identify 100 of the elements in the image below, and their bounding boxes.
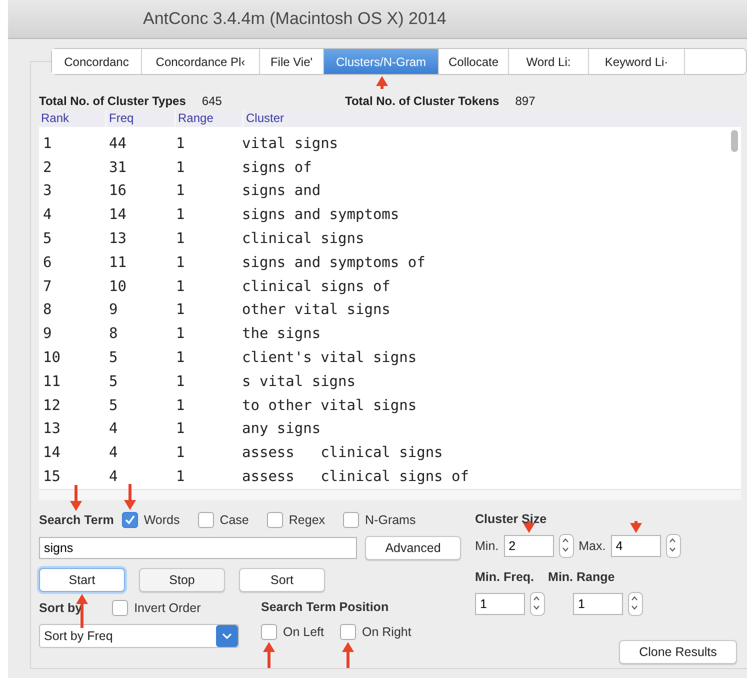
min-range-label: Min. Range — [548, 570, 615, 584]
total-value: 645 — [202, 94, 222, 108]
table-cell-text: 14 — [108, 207, 128, 224]
table-cell-text: 5 — [108, 350, 119, 366]
scrollbar-thumb[interactable] — [731, 130, 738, 152]
table-cell-text: 14 — [42, 445, 62, 462]
window-title: AntConc 3.4.4m (Macintosh OS X) 2014 — [143, 9, 446, 29]
table-cell-text: 1 — [175, 350, 186, 366]
checkbox[interactable] — [343, 512, 360, 528]
table-cell-text: 1 — [175, 231, 186, 248]
table-cell-text: 8 — [42, 302, 53, 318]
checkbox-label: Words — [144, 513, 180, 527]
action-button[interactable]: Stop — [139, 568, 225, 592]
checkbox[interactable] — [266, 512, 283, 528]
checkbox[interactable] — [122, 512, 138, 528]
table-cell-text: 2 — [42, 160, 53, 176]
checkbox[interactable] — [261, 624, 277, 640]
table-cell-text: 1 — [175, 160, 186, 176]
table-cell-text: other vital signs — [241, 302, 392, 318]
column-header[interactable]: Cluster — [244, 110, 741, 127]
table-cell-text: 5 — [108, 374, 119, 390]
number-field[interactable]: 4 — [610, 535, 661, 557]
table-cell-text: 10 — [42, 350, 62, 366]
table-cell-text: client's vital signs — [241, 350, 418, 366]
table-cell-text: 9 — [108, 302, 119, 318]
stepper-control[interactable] — [666, 534, 681, 558]
table-cell-text: 1 — [175, 278, 186, 295]
clone-results-button[interactable]: Clone Results — [619, 640, 737, 664]
table-cell-text: 16 — [108, 183, 128, 200]
advanced-button[interactable]: Advanced — [365, 536, 461, 560]
table-cell-text: 9 — [42, 326, 53, 342]
checkbox-label: Case — [220, 513, 249, 527]
max-label: Max. — [578, 539, 606, 553]
checkbox-label: On Left — [283, 625, 324, 639]
table-cell-text: 4 — [42, 207, 53, 224]
table-cell-text: 1 — [175, 302, 186, 318]
stepper-control[interactable] — [558, 534, 574, 558]
table-cell-text: 1 — [175, 207, 186, 224]
table-cell-text: 4 — [108, 469, 119, 486]
column-header[interactable]: Freq — [107, 110, 174, 127]
table-cell-text: clinical signs — [241, 231, 366, 248]
table-cell-text: 1 — [175, 326, 186, 342]
sort-dropdown[interactable]: Sort by Freq — [39, 624, 239, 648]
table-cell-text: 1 — [175, 421, 186, 438]
checkbox[interactable] — [112, 600, 128, 616]
number-field[interactable]: 1 — [475, 593, 525, 615]
checkbox-label: Regex — [288, 513, 326, 527]
table-cell-text: 11 — [42, 374, 62, 390]
table-cell-text: signs and symptoms of — [241, 254, 426, 271]
table-cell-text: clinical signs of — [241, 278, 392, 295]
table-cell-text: 4 — [108, 421, 119, 438]
table-cell-text: 44 — [108, 136, 128, 152]
table-cell-text: 15 — [42, 469, 62, 486]
cluster-size-label: Cluster Size — [475, 512, 547, 526]
number-field[interactable]: 1 — [573, 593, 623, 615]
table-cell-text: 1 — [175, 136, 186, 152]
table-cell-text: 13 — [42, 421, 62, 438]
table-cell-text: 12 — [42, 398, 62, 414]
table-cell-text: to other vital signs — [241, 398, 418, 414]
action-button[interactable]: Start — [39, 568, 125, 592]
position-label: Search Term Position — [261, 600, 390, 614]
total-value: 897 — [515, 94, 536, 108]
table-cell-text: 10 — [108, 278, 128, 295]
table-cell-text: signs and — [241, 183, 322, 200]
table-cell-text: 1 — [175, 445, 186, 462]
table-cell-text: s vital signs — [241, 374, 356, 390]
action-button[interactable]: Sort — [239, 568, 325, 592]
table-cell-text: 3 — [42, 183, 53, 200]
table-cell-text: assess clinical signs of — [241, 469, 470, 486]
table-cell-text: signs of — [241, 160, 313, 176]
checkbox[interactable] — [340, 624, 356, 640]
table-cell-text: 13 — [108, 231, 128, 248]
column-header[interactable]: Rank — [39, 110, 105, 127]
table-cell-text: 1 — [42, 136, 53, 152]
checkbox-label: Invert Order — [134, 601, 201, 615]
min-label: Min. — [475, 539, 499, 553]
table-cell-text: 8 — [108, 326, 119, 342]
table-cell-text: 31 — [108, 160, 128, 176]
table-cell-text: the signs — [241, 326, 322, 342]
table-cell-text: any signs — [241, 421, 322, 438]
number-field[interactable]: 2 — [504, 535, 554, 557]
stepper-control[interactable] — [628, 592, 643, 616]
checkbox-label: N-Grams — [365, 513, 416, 527]
table-cell-text: 5 — [108, 398, 119, 414]
checkmark-icon — [124, 515, 135, 525]
table-cell-text: assess clinical signs — [241, 445, 444, 462]
table-cell-text: 1 — [175, 183, 186, 200]
min-freq-label: Min. Freq. — [475, 570, 534, 584]
checkbox[interactable] — [198, 512, 214, 528]
checkbox-label: On Right — [362, 625, 412, 639]
table-cell-text: 4 — [108, 445, 119, 462]
table-cell-text: 6 — [42, 254, 53, 271]
search-field[interactable]: signs — [39, 537, 357, 559]
search-term-label: Search Term — [39, 513, 114, 527]
table-cell-text: vital signs — [241, 136, 340, 152]
table-cell-text: 11 — [108, 254, 128, 271]
stepper-control[interactable] — [530, 592, 545, 616]
tab[interactable]: Concordanc — [52, 49, 142, 74]
table-cell-text: 5 — [42, 231, 53, 248]
column-header[interactable]: Range — [176, 110, 242, 127]
